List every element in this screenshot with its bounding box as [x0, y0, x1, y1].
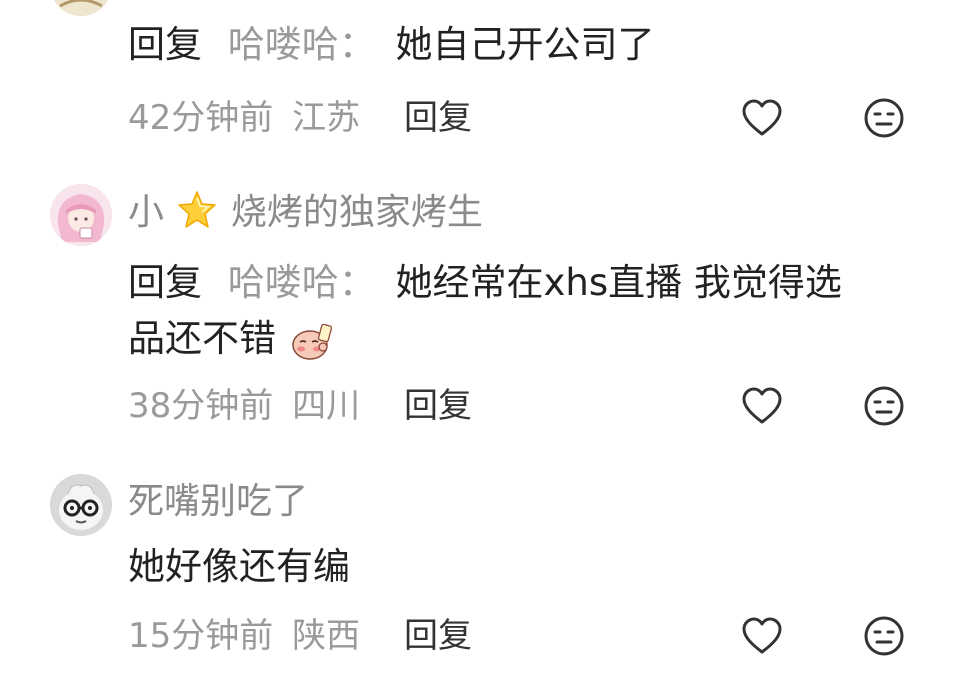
avatar-partial-art [53, 0, 109, 16]
comment-time: 15分钟前 [128, 616, 274, 656]
comment-3-meta: 15分钟前 陕西 [128, 616, 360, 656]
blushing-emoji-sticker-icon [292, 323, 332, 360]
comment-location: 陕西 [292, 616, 361, 656]
comment-3-text: 她好像还有编 [128, 544, 350, 590]
avatar-user-2-art [50, 184, 112, 246]
username-part-1: 小 [128, 192, 165, 233]
comment-2-text-line2: 品还不错 [128, 316, 334, 363]
comment-content-line2: 品还不错 [128, 317, 276, 360]
comment-content: 她自己开公司了 [395, 23, 655, 66]
neutral-face-icon[interactable] [862, 96, 906, 140]
comment-content: 她好像还有编 [128, 545, 350, 588]
comment-1-text: 回复 哈喽哈： 她自己开公司了 [128, 22, 655, 68]
neutral-face-icon[interactable] [862, 384, 906, 428]
comment-location: 江苏 [292, 98, 361, 138]
star-emoji-icon [178, 191, 217, 228]
username-part-2: 烧烤的独家烤生 [230, 192, 483, 233]
comment-3-username[interactable]: 死嘴别吃了 [128, 480, 308, 524]
comment-2-username[interactable]: 小 烧烤的独家烤生 [128, 190, 483, 235]
comment-1-meta: 42分钟前 江苏 [128, 98, 360, 138]
comment-1-reply-button[interactable]: 回复 [404, 98, 472, 138]
comment-content-line1: 她经常在xhs直播 我觉得选 [395, 261, 842, 304]
neutral-face-icon[interactable] [862, 614, 906, 658]
comment-time: 38分钟前 [128, 386, 274, 426]
avatar-user-3[interactable] [50, 474, 112, 536]
reply-keyword: 回复 [128, 23, 202, 66]
comment-3-reply-button[interactable]: 回复 [404, 616, 472, 656]
reply-keyword: 回复 [128, 261, 202, 304]
avatar-user-3-art [50, 474, 112, 536]
like-heart-icon[interactable] [740, 384, 784, 428]
comment-location: 四川 [292, 386, 361, 426]
reply-target-user[interactable]: 哈喽哈： [228, 23, 376, 66]
like-heart-icon[interactable] [740, 96, 784, 140]
comment-2-reply-button[interactable]: 回复 [404, 386, 472, 426]
comment-time: 42分钟前 [128, 98, 274, 138]
like-heart-icon[interactable] [740, 614, 784, 658]
avatar-user-2[interactable] [50, 184, 112, 246]
reply-target-user[interactable]: 哈喽哈： [228, 261, 376, 304]
comment-2-text-line1: 回复 哈喽哈： 她经常在xhs直播 我觉得选 [128, 260, 842, 306]
avatar-partial[interactable] [50, 0, 112, 16]
comment-2-meta: 38分钟前 四川 [128, 386, 360, 426]
